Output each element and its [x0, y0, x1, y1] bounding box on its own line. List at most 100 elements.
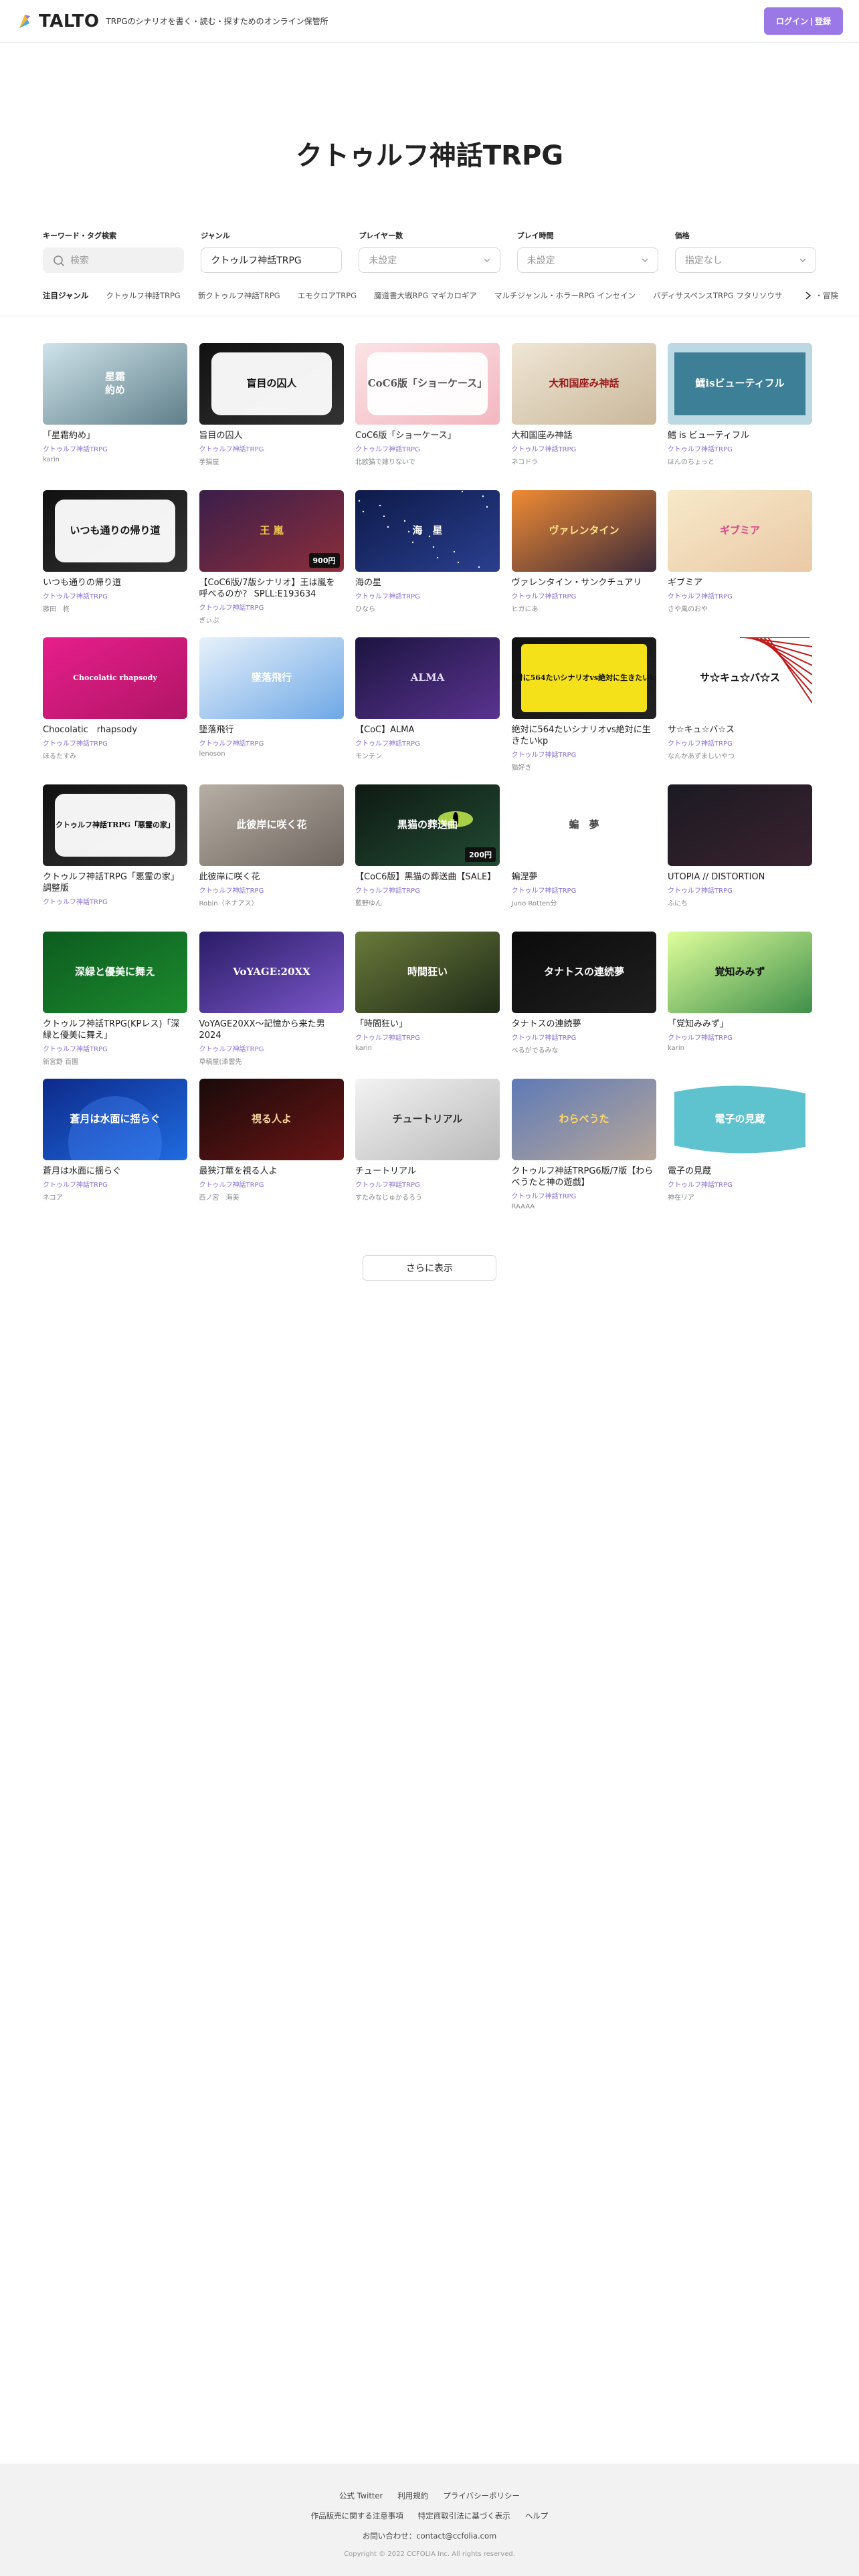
scenario-thumbnail[interactable] — [668, 784, 812, 866]
footer-link[interactable]: ヘルプ — [525, 2510, 549, 2521]
price-select[interactable]: 指定なし — [674, 247, 817, 273]
scenario-author[interactable]: さや風のおや — [668, 603, 812, 613]
scenario-author[interactable]: RAAAA — [512, 1203, 656, 1210]
scenario-author[interactable]: karin — [355, 1045, 500, 1052]
scenario-title[interactable]: 最狭汀華を視る人よ — [199, 1166, 344, 1177]
scenario-author[interactable]: Juno Rotten分 — [512, 897, 656, 907]
scenario-card[interactable]: Chocolatic rhapsody Chocolatic rhapsody クト… — [43, 637, 187, 784]
scenario-card[interactable]: ギブミア ギブミア クトゥルフ神話TRPG さや風のおや — [668, 490, 812, 637]
footer-link[interactable]: 公式 Twitter — [339, 2490, 383, 2501]
scenario-thumbnail[interactable]: 大和国座み神話 — [511, 343, 656, 425]
footer-link[interactable]: プライバシーポリシー — [443, 2490, 520, 2501]
scenario-thumbnail[interactable]: 黒猫の葬送曲 200円 — [355, 784, 500, 866]
scenario-card[interactable]: クトゥルフ神話TRPG「悪霊の家」 クトゥルフ神話TRPG「悪霊の家」調整版 クトゥ… — [43, 784, 187, 932]
genre-input[interactable]: クトゥルフ神話TRPG — [201, 247, 343, 273]
scenario-thumbnail[interactable]: 盲目の囚人 — [199, 343, 344, 425]
scenario-thumbnail[interactable]: ALMA — [355, 637, 500, 719]
scenario-genre[interactable]: クトゥルフ神話TRPG — [43, 738, 187, 748]
scenario-genre[interactable]: クトゥルフ神話TRPG — [668, 443, 812, 453]
scenario-genre[interactable]: クトゥルフ神話TRPG — [355, 1032, 500, 1042]
scenario-card[interactable]: 鱈isビューティフル鱈 is ビューティフル クトゥルフ神話TRPG ほんのちょっと — [668, 343, 812, 490]
scenario-card[interactable]: 絶対に564たいシナリオvs絶対に生きたいkp 絶対に564たいシナリオvs絶対に… — [511, 637, 656, 784]
scenario-genre[interactable]: クトゥルフ神話TRPG — [43, 1043, 187, 1053]
scenario-card[interactable]: タナトスの連続夢 タナトスの連続夢 クトゥルフ神話TRPG ベるがでるみな — [511, 932, 656, 1079]
genre-chip[interactable]: エモクロアTRPG — [298, 290, 357, 301]
scenario-thumbnail[interactable]: 視る人よ — [199, 1079, 344, 1160]
scenario-title[interactable]: 電子の見蔵 — [668, 1166, 812, 1177]
scenario-genre[interactable]: クトゥルフ神話TRPG — [668, 885, 812, 895]
scenario-thumbnail[interactable]: 墜落飛行 — [199, 637, 344, 719]
scroll-right-button[interactable] — [800, 288, 816, 304]
scenario-author[interactable]: 神在リア — [668, 1192, 812, 1202]
scenario-card[interactable]: CoC6版「ショーケース」 CoC6版「ショーケース」 クトゥルフ神話TRPG 北欧猫… — [355, 343, 500, 490]
scenario-thumbnail[interactable]: VoYAGE:20XX — [199, 932, 344, 1013]
scenario-author[interactable]: 藍野ゆん — [355, 897, 500, 907]
footer-link[interactable]: 利用規約 — [397, 2490, 428, 2501]
scenario-card[interactable]: 蝙 夢蝙涅夢クトゥルフ神話TRPG Juno Rotten分 — [511, 784, 656, 932]
scenario-title[interactable]: 蝙涅夢 — [512, 871, 656, 883]
scenario-genre[interactable]: クトゥルフ神話TRPG — [199, 885, 344, 895]
scenario-card[interactable]: 時間狂い 「時間狂い」 クトゥルフ神話TRPG karin — [355, 932, 500, 1079]
scenario-genre[interactable]: クトゥルフ神話TRPG — [512, 885, 656, 895]
scenario-title[interactable]: 絶対に564たいシナリオvs絶対に生きたいkp — [512, 724, 656, 747]
scenario-author[interactable]: ヒガにあ — [512, 603, 656, 613]
scenario-card[interactable]: 大和国座み神話 大和国座み神話 クトゥルフ神話TRPG ネコドラ — [511, 343, 656, 490]
logo[interactable]: TALTO — [16, 11, 99, 31]
scenario-author[interactable]: 藤田 柊 — [43, 603, 187, 613]
scenario-author[interactable]: モンテン — [355, 750, 500, 760]
scenario-genre[interactable]: クトゥルフ神話TRPG — [199, 602, 344, 612]
scenario-author[interactable]: ネコドラ — [512, 456, 656, 466]
genre-chip[interactable]: マルチジャンル・ホラーRPG インセイン — [494, 290, 636, 301]
scenario-title[interactable]: Chocolatic rhapsody — [43, 724, 187, 736]
scenario-author[interactable]: 猫好き — [512, 762, 656, 772]
scenario-genre[interactable]: クトゥルフ神話TRPG — [668, 738, 812, 748]
scenario-genre[interactable]: クトゥルフ神話TRPG — [355, 443, 500, 453]
scenario-card[interactable]: 星霜 約め「星霜約め」 クトゥルフ神話TRPG karin — [43, 343, 187, 490]
scenario-title[interactable]: ギブミア — [668, 577, 812, 588]
scenario-title[interactable]: UTOPIA // DISTORTION — [668, 871, 812, 883]
scenario-title[interactable]: クトゥルフ神話TRPG6版/7版【わらべうたと神の遊戯】 — [512, 1166, 656, 1188]
scenario-genre[interactable]: クトゥルフ神話TRPG — [199, 443, 344, 453]
scenario-author[interactable]: 西ノ宮 海美 — [199, 1192, 344, 1202]
scenario-thumbnail[interactable]: 絶対に564たいシナリオvs絶対に生きたいkp — [511, 637, 656, 719]
players-select[interactable]: 未設定 — [359, 247, 500, 273]
scenario-genre[interactable]: クトゥルフ神話TRPG — [512, 591, 656, 601]
scenario-author[interactable]: ぎぃぷ — [199, 615, 344, 625]
scenario-genre[interactable]: クトゥルフ神話TRPG — [355, 738, 500, 748]
scenario-thumbnail[interactable]: 蝙 夢 — [511, 784, 656, 866]
scenario-thumbnail[interactable]: 星霜 約め — [43, 343, 187, 425]
scenario-thumbnail[interactable]: いつも通りの帰り道 — [43, 490, 187, 572]
scenario-genre[interactable]: クトゥルフ神話TRPG — [512, 443, 656, 453]
scenario-card[interactable]: 此彼岸に咲く花 此彼岸に咲く花 クトゥルフ神話TRPG Robin（ネナアス） — [199, 784, 344, 932]
scenario-title[interactable]: VoYAGE20XX〜記憶から来た男 2024 — [199, 1018, 344, 1041]
scenario-card[interactable]: 深緑と優美に舞え クトゥルフ神話TRPG(KPレス)「深緑と優美に舞え」 クトゥルフ… — [43, 932, 187, 1079]
scenario-thumbnail[interactable]: CoC6版「ショーケース」 — [355, 343, 500, 425]
genre-chip[interactable]: クトゥルフ神話TRPG — [106, 290, 180, 301]
scenario-thumbnail[interactable]: クトゥルフ神話TRPG「悪霊の家」 — [43, 784, 187, 866]
load-more-button[interactable]: さらに表示 — [363, 1255, 496, 1281]
scenario-author[interactable]: ひなら — [355, 603, 500, 613]
scenario-author[interactable]: 新宮野 百園 — [43, 1056, 187, 1066]
scenario-author[interactable]: 芋猫屋 — [199, 456, 344, 466]
scenario-title[interactable]: 海の星 — [355, 577, 500, 588]
scenario-author[interactable]: karin — [43, 456, 187, 463]
scenario-title[interactable]: 大和国座み神話 — [512, 430, 656, 441]
scenario-card[interactable]: わらべうた クトゥルフ神話TRPG6版/7版【わらべうたと神の遊戯】 クトゥルフ神話… — [511, 1079, 656, 1226]
scenario-thumbnail[interactable]: 王 嵐 900円 — [199, 490, 344, 572]
scenario-title[interactable]: 墜落飛行 — [199, 724, 344, 736]
scenario-title[interactable]: いつも通りの帰り道 — [43, 577, 187, 588]
scenario-thumbnail[interactable]: タナトスの連続夢 — [511, 932, 656, 1013]
scenario-thumbnail[interactable]: 海 星 — [355, 490, 500, 572]
scenario-genre[interactable]: クトゥルフ神話TRPG — [43, 1179, 187, 1189]
scenario-genre[interactable]: クトゥルフ神話TRPG — [199, 1179, 344, 1189]
scenario-title[interactable]: 「時間狂い」 — [355, 1018, 500, 1030]
scenario-author[interactable]: ほるたすみ — [43, 750, 187, 760]
scenario-card[interactable]: VoYAGE:20XX VoYAGE20XX〜記憶から来た男 2024 クトゥルフ神… — [199, 932, 344, 1079]
scenario-title[interactable]: CoC6版「ショーケース」 — [355, 430, 500, 441]
scenario-card[interactable]: 蒼月は水面に揺らぐ 蒼月は水面に揺らぐ クトゥルフ神話TRPG ネコア — [43, 1079, 187, 1226]
scenario-title[interactable]: 「覚知みみず」 — [668, 1018, 812, 1030]
scenario-genre[interactable]: クトゥルフ神話TRPG — [43, 443, 187, 453]
scenario-title[interactable]: チュートリアル — [355, 1166, 500, 1177]
scenario-title[interactable]: 「星霜約め」 — [43, 430, 187, 441]
scenario-card[interactable]: ヴァレンタイン ヴァレンタイン・サンクチュアリ クトゥルフ神話TRPG ヒガにあ — [511, 490, 656, 637]
